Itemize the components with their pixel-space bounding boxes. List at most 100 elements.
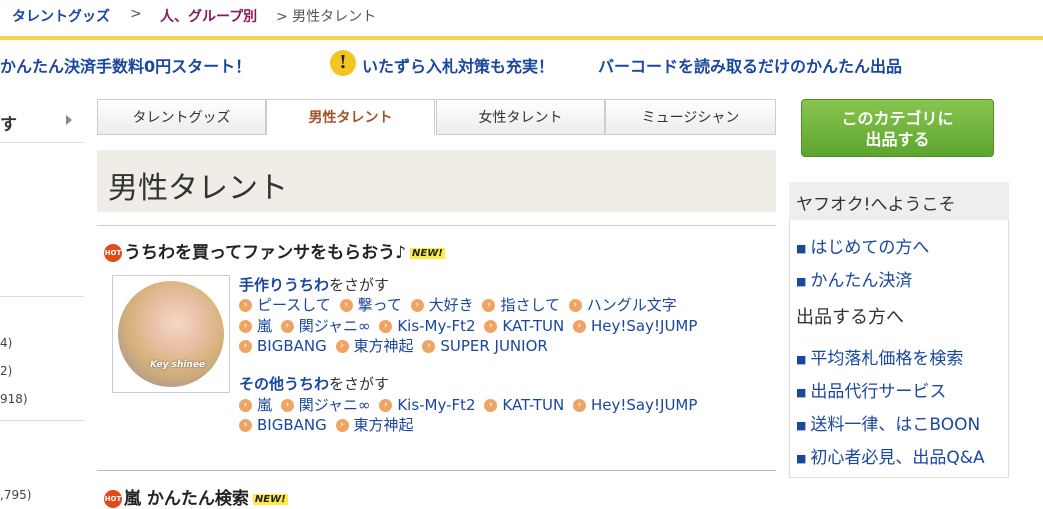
breadcrumb-talent-goods[interactable]: タレントグッズ bbox=[12, 6, 110, 26]
link-easy-payment-label: かんたん決済 bbox=[810, 271, 913, 291]
promo-easy-payment[interactable]: かんたん決済手数料0円スタート！ bbox=[0, 53, 251, 77]
keyword-link[interactable]: KAT-TUN bbox=[502, 396, 564, 414]
left-sidebar-count: ,795) bbox=[0, 488, 32, 502]
keyword-link[interactable]: ハングル文字 bbox=[587, 296, 677, 314]
link-first-time-label: はじめての方へ bbox=[810, 238, 930, 258]
link-first-time[interactable]: ■ はじめての方へ bbox=[796, 233, 929, 258]
sellers-heading: 出品する方へ bbox=[796, 307, 904, 328]
arrow-circle-icon: › bbox=[280, 399, 294, 412]
arrow-circle-icon: › bbox=[239, 399, 252, 412]
arrow-circle-icon: › bbox=[482, 299, 496, 312]
link-beginner-qa[interactable]: ■ 初心者必見、出品Q&A bbox=[796, 443, 985, 468]
link-flat-shipping-label: 送料一律、はこBOON bbox=[810, 415, 981, 435]
link-avg-price-search[interactable]: ■ 平均落札価格を検索 bbox=[796, 344, 963, 369]
left-sidebar-divider bbox=[0, 296, 84, 297]
keyword-link[interactable]: Hey!Say!JUMP bbox=[591, 317, 697, 335]
hot-badge-icon: HOT bbox=[104, 490, 122, 508]
keyword-link[interactable]: 関ジャニ∞ bbox=[299, 317, 371, 335]
arrow-circle-icon: › bbox=[239, 320, 252, 333]
bullet-icon: ■ bbox=[796, 352, 807, 366]
keyword-link[interactable]: BIGBANG bbox=[257, 416, 327, 434]
new-badge: NEW! bbox=[410, 247, 445, 259]
breadcrumb-person-group[interactable]: 人、グループ別 bbox=[160, 6, 257, 26]
left-sidebar-count: 4) bbox=[0, 336, 13, 350]
link-row: › 嵐 › 関ジャニ∞ › Kis-My-Ft2 › KAT-TUN › Hey!Say!… bbox=[239, 315, 701, 336]
keyword-link[interactable]: 嵐 bbox=[257, 317, 272, 335]
sell-button-line1: このカテゴリに bbox=[841, 109, 954, 128]
link-row: › BIGBANG › 東方神起 bbox=[239, 414, 418, 435]
link-easy-payment[interactable]: ■ かんたん決済 bbox=[796, 266, 912, 291]
new-badge: NEW! bbox=[252, 493, 288, 505]
sell-button-line2: 出品する bbox=[865, 130, 930, 149]
promo-bid-protection[interactable]: いたずら入札対策も充実！ bbox=[362, 53, 554, 77]
section-divider bbox=[97, 470, 776, 471]
section-uchiwa-title: うちわを買ってファンサをもらおう♪ bbox=[124, 243, 406, 263]
section-arashi-heading: HOT 嵐 かんたん検索 NEW! bbox=[104, 484, 288, 509]
arrow-circle-icon: › bbox=[484, 320, 498, 333]
welcome-panel-header: ヤフオク!へようこそ bbox=[789, 182, 1009, 220]
keyword-link[interactable]: BIGBANG bbox=[257, 337, 327, 355]
link-row: › 嵐 › 関ジャニ∞ › Kis-My-Ft2 › KAT-TUN › Hey!Say!… bbox=[239, 394, 701, 415]
search-handmade-uchiwa: 手作りうちわをさがす bbox=[239, 274, 389, 295]
arrow-circle-icon: › bbox=[280, 320, 294, 333]
uchiwa-thumbnail[interactable] bbox=[118, 281, 224, 387]
keyword-link[interactable]: 指さして bbox=[500, 296, 560, 314]
keyword-link[interactable]: ピースして bbox=[257, 296, 331, 314]
link-row: › BIGBANG › 東方神起 › SUPER JUNIOR bbox=[239, 335, 552, 356]
keyword-link[interactable]: 大好き bbox=[429, 296, 474, 314]
header-divider bbox=[0, 36, 1043, 40]
keyword-link[interactable]: 撃って bbox=[358, 296, 402, 314]
search-handmade-uchiwa-link[interactable]: 手作りうちわ bbox=[239, 276, 329, 294]
arrow-circle-icon: › bbox=[422, 340, 436, 353]
bullet-icon: ■ bbox=[796, 385, 807, 399]
tab-musician[interactable]: ミュージシャン bbox=[605, 99, 776, 135]
sell-in-category-button[interactable]: このカテゴリに 出品する bbox=[801, 99, 994, 157]
keyword-link[interactable]: 嵐 bbox=[257, 396, 272, 414]
arrow-circle-icon: › bbox=[484, 399, 498, 412]
tab-talent-goods[interactable]: タレントグッズ bbox=[97, 99, 266, 135]
bullet-icon: ■ bbox=[796, 451, 807, 465]
arrow-circle-icon: › bbox=[335, 340, 349, 353]
keyword-link[interactable]: 東方神起 bbox=[354, 337, 414, 355]
section-uchiwa-heading: HOT うちわを買ってファンサをもらおう♪ NEW! bbox=[104, 238, 445, 263]
link-flat-shipping[interactable]: ■ 送料一律、はこBOON bbox=[796, 410, 980, 435]
link-row: › ピースして › 撃って › 大好き › 指さして › ハングル文字 bbox=[239, 294, 681, 315]
search-suffix: をさがす bbox=[329, 375, 390, 393]
search-other-uchiwa-link[interactable]: その他うちわ bbox=[239, 375, 329, 393]
arrow-circle-icon: › bbox=[239, 299, 252, 312]
bullet-icon: ■ bbox=[796, 241, 807, 255]
breadcrumb: タレントグッズ > 人、グループ別 > 男性タレント bbox=[0, 0, 1043, 32]
arrow-circle-icon: › bbox=[239, 419, 252, 432]
link-listing-agent[interactable]: ■ 出品代行サービス bbox=[796, 377, 946, 402]
tab-male-talent[interactable]: 男性タレント bbox=[266, 99, 435, 135]
left-sidebar-count: 918) bbox=[0, 392, 28, 406]
bullet-icon: ■ bbox=[796, 274, 807, 288]
section-divider bbox=[97, 225, 776, 226]
category-tabs: タレントグッズ 男性タレント 女性タレント ミュージシャン bbox=[97, 99, 776, 137]
keyword-link[interactable]: KAT-TUN bbox=[502, 317, 564, 335]
arrow-circle-icon: › bbox=[410, 299, 424, 312]
arrow-circle-icon: › bbox=[379, 320, 393, 333]
keyword-link[interactable]: Hey!Say!JUMP bbox=[591, 396, 697, 414]
arrow-circle-icon: › bbox=[573, 320, 587, 333]
arrow-circle-icon: › bbox=[339, 299, 353, 312]
left-sidebar-divider bbox=[0, 420, 84, 421]
promo-barcode-listing[interactable]: バーコードを読み取るだけのかんたん出品 bbox=[598, 53, 902, 77]
arrow-circle-icon: › bbox=[335, 419, 349, 432]
arrow-circle-icon: › bbox=[573, 399, 587, 412]
chevron-right-icon bbox=[66, 115, 72, 125]
keyword-link[interactable]: 東方神起 bbox=[354, 416, 414, 434]
keyword-link[interactable]: Kis-My-Ft2 bbox=[397, 317, 475, 335]
tab-female-talent[interactable]: 女性タレント bbox=[436, 99, 605, 135]
welcome-title: ヤフオク!へようこそ bbox=[796, 195, 956, 215]
link-avg-price-label: 平均落札価格を検索 bbox=[810, 349, 964, 369]
keyword-link[interactable]: Kis-My-Ft2 bbox=[397, 396, 475, 414]
section-arashi-title: 嵐 かんたん検索 bbox=[124, 489, 249, 509]
breadcrumb-separator: > bbox=[130, 6, 142, 22]
arrow-circle-icon: › bbox=[379, 399, 393, 412]
search-other-uchiwa: その他うちわをさがす bbox=[239, 373, 389, 394]
keyword-link[interactable]: 関ジャニ∞ bbox=[299, 396, 371, 414]
link-listing-agent-label: 出品代行サービス bbox=[810, 382, 947, 402]
keyword-link[interactable]: SUPER JUNIOR bbox=[440, 337, 548, 355]
arrow-circle-icon: › bbox=[239, 340, 252, 353]
